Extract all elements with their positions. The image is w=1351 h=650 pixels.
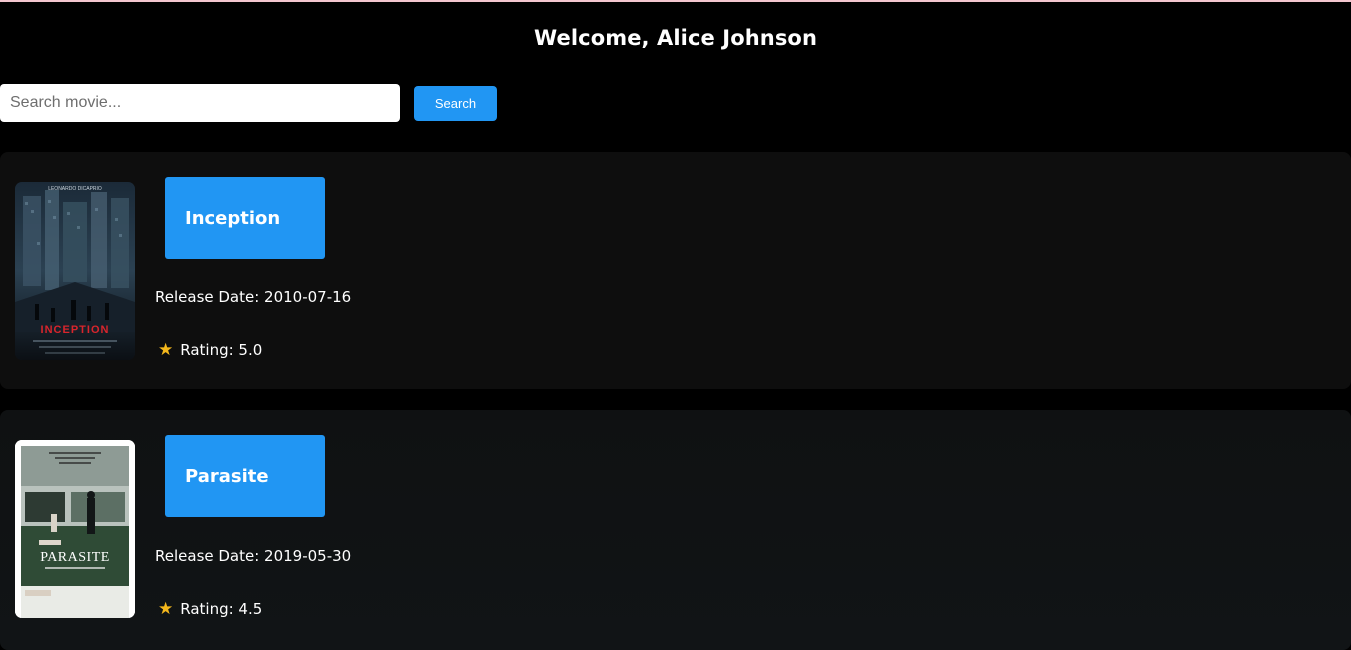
movie-card: PARASITE Parasite Release Date: 2019-05-… xyxy=(0,410,1351,650)
movie-title-button[interactable]: Parasite xyxy=(165,435,325,517)
release-date: Release Date: 2010-07-16 xyxy=(155,288,352,306)
movie-poster[interactable]: LEONARDO DICAPRIO INCEPTION xyxy=(15,182,135,360)
movie-rating: ★ Rating: 5.0 xyxy=(158,340,262,360)
svg-text:PARASITE: PARASITE xyxy=(40,550,110,565)
star-icon: ★ xyxy=(158,340,174,360)
movie-poster[interactable]: PARASITE xyxy=(15,440,135,618)
movie-card: LEONARDO DICAPRIO INCEPTION Inception Re… xyxy=(0,152,1351,389)
rating-label: Rating: 4.5 xyxy=(180,600,263,618)
rating-label: Rating: 5.0 xyxy=(180,341,263,359)
top-accent-strip xyxy=(0,0,1351,2)
search-input[interactable] xyxy=(0,84,400,122)
svg-text:INCEPTION: INCEPTION xyxy=(41,324,110,336)
movie-title-button[interactable]: Inception xyxy=(165,177,325,259)
star-icon: ★ xyxy=(158,599,174,619)
poster-actor-text: LEONARDO DICAPRIO xyxy=(48,186,102,192)
search-button[interactable]: Search xyxy=(414,86,497,121)
movie-rating: ★ Rating: 4.5 xyxy=(158,599,262,619)
release-date: Release Date: 2019-05-30 xyxy=(155,547,352,565)
page-title: Welcome, Alice Johnson xyxy=(533,26,817,50)
